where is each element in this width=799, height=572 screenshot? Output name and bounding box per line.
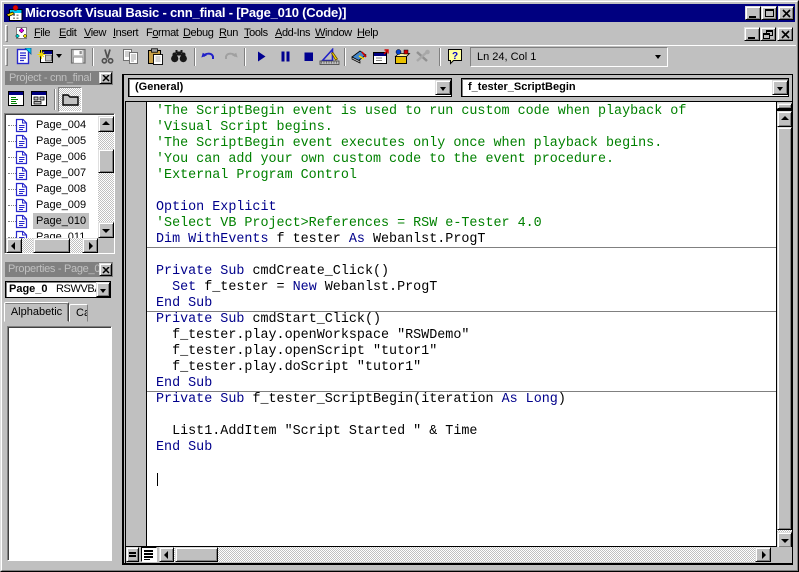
svg-text:?: ? bbox=[452, 51, 458, 62]
